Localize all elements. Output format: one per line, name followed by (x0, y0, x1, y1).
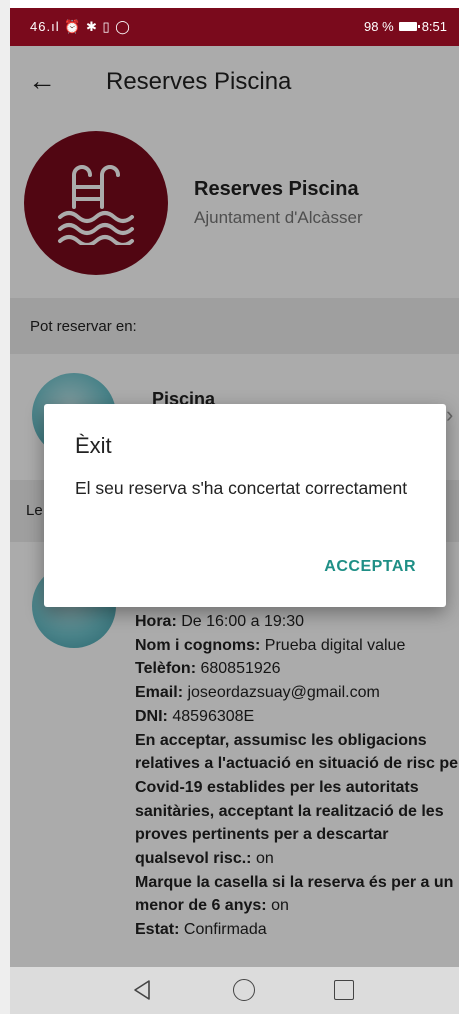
battery-icon (398, 22, 420, 31)
status-right: 98 % 8:51 (364, 19, 447, 34)
background-strip (0, 0, 10, 1014)
dialog-message: El seu reserva s'ha concertat correctame… (75, 478, 408, 498)
battery-percent: 98 % (364, 19, 394, 34)
nav-back-icon[interactable] (132, 979, 152, 1001)
nav-recents-icon[interactable] (334, 980, 354, 1000)
phone-screen: 46.ıl ⏰ ✱ ▯ ◯ 98 % 8:51 ← Reserves Pisci… (10, 8, 459, 1014)
accept-button[interactable]: ACCEPTAR (324, 558, 416, 576)
clock: 8:51 (421, 19, 447, 34)
status-icons: 46.ıl ⏰ ✱ ▯ ◯ (30, 19, 131, 34)
system-nav-bar (10, 967, 459, 1014)
signal-icon: 46 (30, 19, 47, 34)
status-bar: 46.ıl ⏰ ✱ ▯ ◯ 98 % 8:51 (10, 8, 459, 46)
success-dialog: Èxit El seu reserva s'ha concertat corre… (44, 404, 446, 607)
nav-home-icon[interactable] (233, 979, 255, 1001)
dialog-title: Èxit (75, 433, 112, 458)
